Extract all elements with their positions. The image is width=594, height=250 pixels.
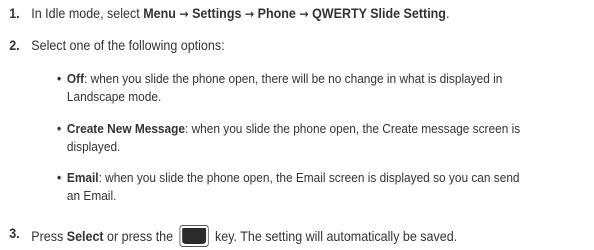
right-arrow-icon: → (244, 7, 255, 21)
step-3-prefix: Press (31, 229, 67, 244)
option-create-new-message-name: Create New Message (66, 121, 185, 136)
step-3-number: 3. (9, 226, 20, 241)
bullet-icon: • (57, 170, 62, 185)
right-arrow-icon: → (179, 7, 189, 21)
option-create-new-message-desc-line1: : when you slide the phone open, the Cre… (184, 121, 521, 136)
option-email-desc-line1: : when you slide the phone open, the Ema… (98, 170, 520, 185)
option-off-desc-line1: : when you slide the phone open, there w… (84, 71, 503, 86)
step-3-suffix: key. The setting will automatically be s… (211, 229, 458, 244)
center-select-key-icon (179, 225, 209, 247)
bullet-icon: • (57, 121, 62, 136)
option-create-new-message-body: Create New Message: when you slide the p… (67, 120, 589, 156)
option-email-desc-line2: an Email. (66, 188, 117, 203)
bullet-icon: • (57, 71, 62, 86)
qwerty-slide-setting-label: QWERTY Slide Setting (312, 6, 446, 21)
option-off-desc-line2: Landscape mode. (66, 89, 162, 104)
option-create-new-message-desc-line2: displayed. (66, 139, 121, 154)
step-1-number: 1. (9, 6, 20, 21)
step-2-number: 2. (9, 38, 20, 53)
option-off-name: Off (66, 71, 85, 86)
menu-label: Menu (143, 6, 176, 21)
option-off-body: Off: when you slide the phone open, ther… (67, 70, 589, 106)
settings-label: Settings (192, 6, 242, 21)
step-1-prefix: In Idle mode, select (31, 6, 144, 21)
step-2-text: Select one of the following options: (31, 38, 225, 53)
step-1-suffix: . (445, 6, 450, 21)
step-3-text: Press Select or press the key. The setti… (31, 225, 457, 247)
right-arrow-icon: → (299, 7, 309, 21)
select-label: Select (66, 229, 104, 244)
phone-label: Phone (257, 6, 296, 21)
step-3-middle: or press the (103, 229, 177, 244)
instruction-document: 1. In Idle mode, select Menu → Settings … (0, 0, 594, 250)
option-email-name: Email (66, 170, 99, 185)
option-email-body: Email: when you slide the phone open, th… (67, 169, 589, 205)
step-1-text: In Idle mode, select Menu → Settings → P… (31, 5, 449, 23)
